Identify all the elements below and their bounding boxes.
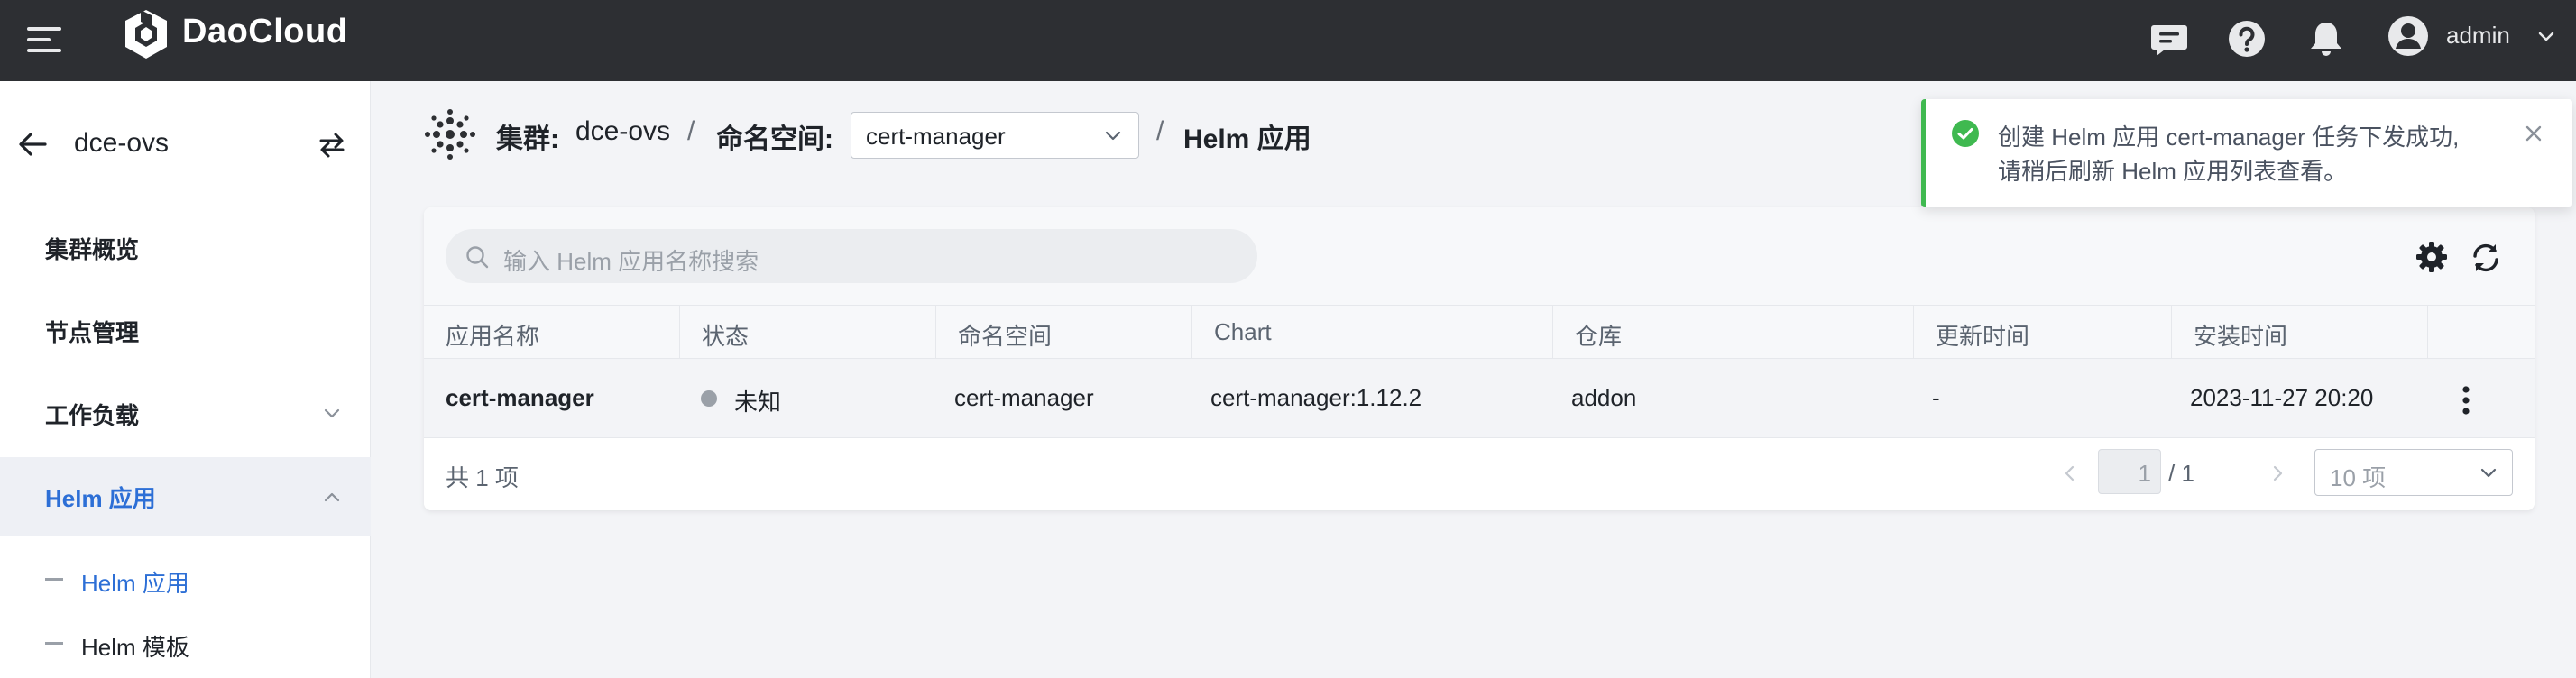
sidebar-item-workloads[interactable]: 工作负载 <box>0 374 371 454</box>
search-placeholder: 输入 Helm 应用名称搜索 <box>503 248 759 275</box>
back-arrow-icon[interactable] <box>16 128 49 160</box>
daocloud-logo[interactable] <box>121 7 171 61</box>
sidebar-subitem-label: Helm 应用 <box>81 570 189 597</box>
sidebar-item-label: Helm 应用 <box>45 485 156 512</box>
sidebar-cluster-name: dce-ovs <box>74 128 170 158</box>
gear-icon[interactable] <box>2415 240 2449 274</box>
column-header[interactable]: Chart <box>1192 306 1553 360</box>
namespace-select-value: cert-manager <box>866 123 1006 150</box>
chevron-up-icon <box>324 492 340 502</box>
refresh-icon[interactable] <box>2468 240 2504 276</box>
column-header[interactable]: 状态 <box>680 306 936 360</box>
cell-updated: - <box>1932 384 1940 411</box>
column-header-label: 更新时间 <box>1936 323 2030 350</box>
column-header[interactable]: 安装时间 <box>2172 306 2428 360</box>
chevron-left-icon[interactable] <box>2058 462 2082 485</box>
brand-name[interactable]: DaoCloud <box>182 13 347 51</box>
breadcrumb-namespace-label: 命名空间: <box>716 124 833 154</box>
page-size-value: 10 项 <box>2330 464 2387 491</box>
column-header-label: 安装时间 <box>2194 323 2288 350</box>
close-icon[interactable] <box>2521 121 2546 146</box>
sidebar-item-node-management[interactable]: 节点管理 <box>0 291 371 371</box>
breadcrumb-current: Helm 应用 <box>1183 124 1311 154</box>
menu-icon[interactable] <box>27 23 61 56</box>
chevron-down-icon <box>1105 131 1121 141</box>
column-header[interactable]: 命名空间 <box>936 306 1192 360</box>
table-header: 应用名称 状态 命名空间 Chart 仓库 更新时间 安装时间 <box>424 305 2535 360</box>
success-check-icon <box>1952 120 1979 147</box>
page-number: 1 <box>2138 460 2151 487</box>
cell-installed: 2023-11-27 20:20 <box>2190 384 2374 411</box>
chevron-right-icon[interactable] <box>2266 462 2289 485</box>
sidebar-item-cluster-overview[interactable]: 集群概览 <box>0 208 371 288</box>
sidebar-subitem-helm-templates[interactable]: Helm 模板 <box>0 617 371 671</box>
help-icon[interactable] <box>2226 18 2268 60</box>
more-actions-icon[interactable] <box>2461 384 2471 417</box>
breadcrumb-separator: / <box>687 116 695 146</box>
cluster-icon <box>425 109 475 160</box>
chevron-down-icon <box>324 408 340 418</box>
namespace-select[interactable]: cert-manager <box>851 112 1139 159</box>
switch-cluster-icon[interactable] <box>316 128 348 160</box>
sidebar-subitem-label: Helm 模板 <box>81 634 189 661</box>
user-avatar-icon[interactable] <box>2387 14 2430 58</box>
top-bar: DaoCloud admin <box>0 0 2576 81</box>
breadcrumb-cluster-value[interactable]: dce-ovs <box>575 116 670 147</box>
column-header-label: 状态 <box>702 323 750 350</box>
sidebar-item-label: 节点管理 <box>45 319 140 346</box>
table-footer: 共 1 项 1 / 1 10 项 <box>424 438 2535 510</box>
search-input[interactable]: 输入 Helm 应用名称搜索 <box>446 229 1257 283</box>
card-toolbar: 输入 Helm 应用名称搜索 <box>424 207 2535 305</box>
column-header[interactable]: 应用名称 <box>424 306 680 360</box>
cell-repo: addon <box>1571 384 1637 411</box>
cell-namespace: cert-manager <box>954 384 1094 411</box>
sidebar-item-label: 集群概览 <box>45 236 140 263</box>
message-icon[interactable] <box>2148 18 2190 60</box>
helm-apps-card: 输入 Helm 应用名称搜索 应用名称 状态 命名空间 Chart 仓库 更新时… <box>424 207 2535 510</box>
sidebar-subitem-helm-apps[interactable]: Helm 应用 <box>0 553 371 607</box>
total-count: 共 1 项 <box>446 464 519 491</box>
subitem-dash <box>45 578 63 581</box>
table-row[interactable]: cert-manager 未知 cert-manager cert-manage… <box>424 359 2535 438</box>
column-header-label: 命名空间 <box>958 323 1053 350</box>
page-size-select[interactable]: 10 项 <box>2314 449 2513 496</box>
bell-icon[interactable] <box>2305 18 2347 60</box>
user-name[interactable]: admin <box>2446 22 2510 50</box>
cell-chart: cert-manager:1.12.2 <box>1210 384 1422 411</box>
chevron-down-icon[interactable] <box>2535 25 2558 49</box>
column-header-label: 仓库 <box>1575 323 1623 350</box>
column-header[interactable]: 更新时间 <box>1914 306 2172 360</box>
column-header-label: Chart <box>1214 318 1272 345</box>
sidebar-item-helm-apps[interactable]: Helm 应用 <box>0 457 371 536</box>
cell-app-name[interactable]: cert-manager <box>446 384 594 412</box>
breadcrumb-cluster-label: 集群: <box>496 124 559 154</box>
column-header[interactable]: 仓库 <box>1553 306 1914 360</box>
page-number-input[interactable]: 1 <box>2098 449 2161 494</box>
cell-status: 未知 <box>734 389 782 416</box>
success-toast: 创建 Helm 应用 cert-manager 任务下发成功, 请稍后刷新 He… <box>1921 99 2572 207</box>
breadcrumb-separator: / <box>1156 116 1164 146</box>
toast-message-line2: 请稍后刷新 Helm 应用列表查看。 <box>1998 158 2348 185</box>
toast-message-line1: 创建 Helm 应用 cert-manager 任务下发成功, <box>1998 124 2460 151</box>
chevron-down-icon <box>2480 468 2497 478</box>
column-header-label: 应用名称 <box>446 323 540 350</box>
search-icon <box>466 246 489 269</box>
page-total: / 1 <box>2168 460 2194 487</box>
sidebar: dce-ovs 集群概览 节点管理 工作负载 Helm 应用 Helm 应用 H… <box>0 81 371 678</box>
subitem-dash <box>45 642 63 645</box>
sidebar-item-label: 工作负载 <box>45 402 140 429</box>
status-dot <box>701 390 717 407</box>
